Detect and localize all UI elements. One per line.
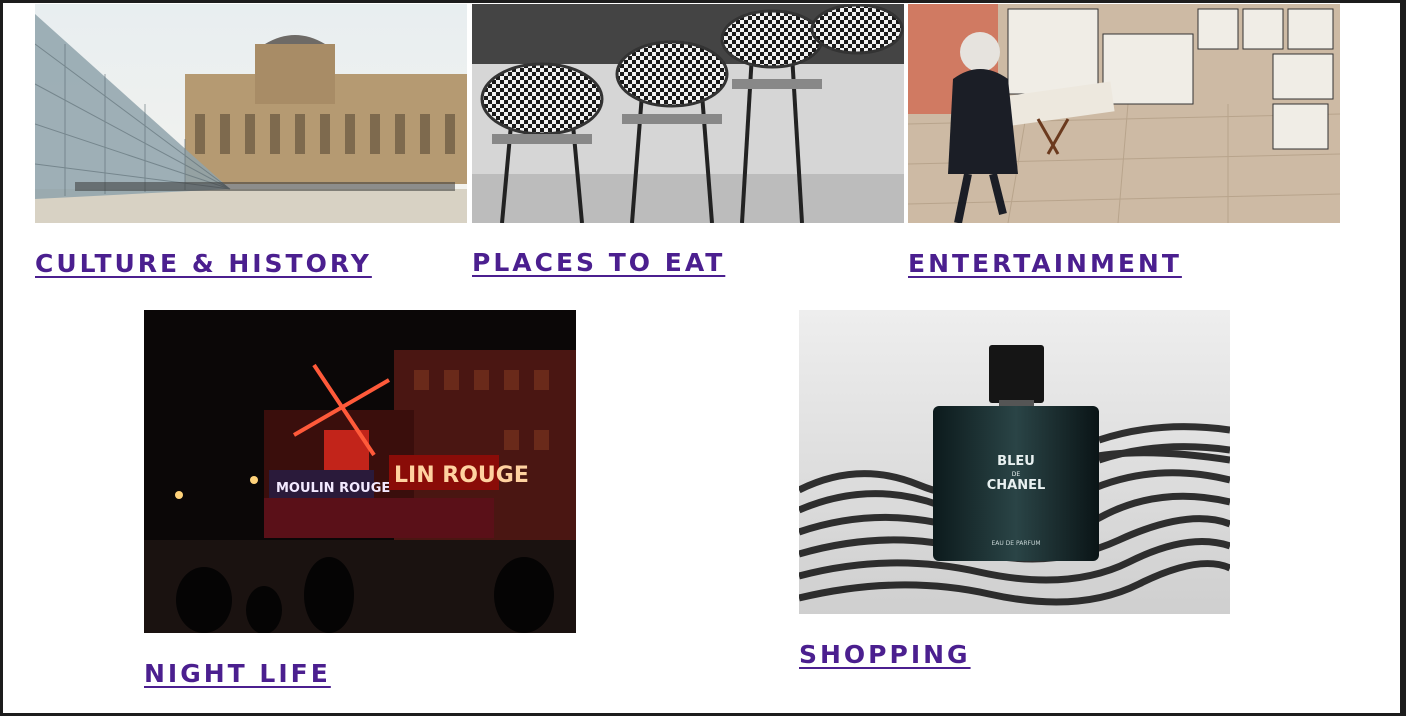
night-life-link[interactable]: NIGHT LIFE xyxy=(144,659,331,688)
cafe-chairs-photo xyxy=(472,4,904,223)
shopping-image[interactable]: BLEU DE CHANEL EAU DE PARFUM xyxy=(799,310,1230,614)
shopping-link[interactable]: SHOPPING xyxy=(799,640,971,669)
entertainment-image[interactable] xyxy=(908,4,1340,223)
perfume-type-text: EAU DE PARFUM xyxy=(991,540,1040,547)
louvre-pyramid-photo xyxy=(35,4,467,223)
perfume-bottle-photo: BLEU DE CHANEL EAU DE PARFUM xyxy=(799,310,1230,614)
night-life-image[interactable]: MOULIN ROUGE LIN ROUGE xyxy=(144,310,576,633)
perfume-house-text: CHANEL xyxy=(987,478,1046,493)
entertainment-link[interactable]: ENTERTAINMENT xyxy=(908,249,1182,278)
perfume-de-text: DE xyxy=(1012,471,1021,478)
culture-history-link[interactable]: CULTURE & HISTORY xyxy=(35,249,372,278)
places-to-eat-link[interactable]: PLACES TO EAT xyxy=(472,248,725,277)
culture-history-image[interactable] xyxy=(35,4,467,223)
street-art-vendor-photo xyxy=(908,4,1340,223)
lin-rouge-neon-text: LIN ROUGE xyxy=(394,463,529,488)
moulin-rouge-photo: MOULIN ROUGE LIN ROUGE xyxy=(144,310,576,633)
moulin-rouge-neon-text: MOULIN ROUGE xyxy=(276,481,390,496)
perfume-brand-text: BLEU xyxy=(997,454,1035,469)
places-to-eat-image[interactable] xyxy=(472,4,904,223)
